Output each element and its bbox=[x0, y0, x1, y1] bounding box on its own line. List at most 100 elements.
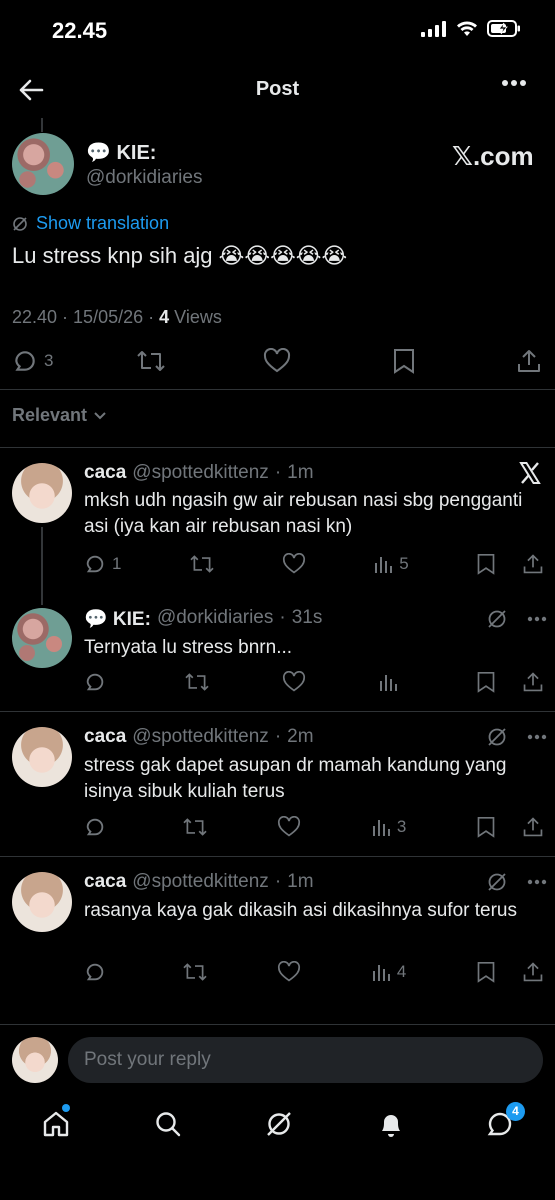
reply-header: 💬 KIE: @dorkidiaries · 31s bbox=[84, 607, 323, 631]
avatar[interactable] bbox=[12, 463, 72, 523]
like-button[interactable] bbox=[277, 961, 301, 983]
thread-line bbox=[41, 527, 43, 605]
views-button[interactable]: 4 bbox=[371, 962, 406, 982]
reply-text: Ternyata lu stress bnrn... bbox=[84, 637, 293, 658]
like-button[interactable] bbox=[282, 553, 306, 575]
more-icon[interactable] bbox=[527, 879, 547, 885]
share-button[interactable] bbox=[522, 553, 544, 575]
reply-actions: 4 bbox=[84, 961, 544, 983]
bookmark-button[interactable] bbox=[392, 348, 416, 374]
reply-author-handle[interactable]: @spottedkittenz bbox=[132, 726, 269, 748]
reply-button[interactable] bbox=[84, 816, 112, 838]
share-button[interactable] bbox=[516, 348, 542, 374]
divider bbox=[0, 389, 555, 390]
author-name[interactable]: 💬 KIE: bbox=[86, 140, 156, 165]
bell-icon bbox=[377, 1110, 405, 1138]
reply-author-name[interactable]: caca bbox=[84, 726, 126, 748]
views-button[interactable]: 3 bbox=[371, 817, 406, 837]
more-icon[interactable] bbox=[527, 616, 547, 622]
messages-tab[interactable]: 4 bbox=[486, 1102, 525, 1138]
avatar[interactable] bbox=[12, 133, 74, 195]
repost-button[interactable] bbox=[182, 961, 208, 983]
unread-dot bbox=[62, 1104, 70, 1112]
status-bar: 22.45 bbox=[0, 0, 555, 62]
bookmark-button[interactable] bbox=[476, 816, 496, 838]
share-button[interactable] bbox=[522, 816, 544, 838]
reply-author-name[interactable]: caca bbox=[84, 462, 126, 484]
repost-button[interactable] bbox=[184, 671, 210, 693]
like-button[interactable] bbox=[277, 816, 301, 838]
reply-button[interactable] bbox=[84, 671, 112, 693]
repost-button[interactable] bbox=[189, 553, 215, 575]
reply-button[interactable]: 3 bbox=[12, 348, 53, 374]
search-icon bbox=[154, 1110, 182, 1138]
bookmark-button[interactable] bbox=[476, 961, 496, 983]
divider bbox=[0, 856, 555, 857]
repost-button[interactable] bbox=[182, 816, 208, 838]
reply-author-handle[interactable]: @spottedkittenz bbox=[132, 871, 269, 893]
status-icons bbox=[421, 20, 521, 37]
reply-actions bbox=[84, 671, 544, 693]
more-icon[interactable] bbox=[527, 734, 547, 740]
reply-button[interactable]: 1 bbox=[84, 553, 121, 575]
messages-badge: 4 bbox=[506, 1102, 525, 1121]
bookmark-button[interactable] bbox=[476, 671, 496, 693]
reply-author-name[interactable]: caca bbox=[84, 871, 126, 893]
bottom-nav: 4 bbox=[0, 1096, 555, 1156]
reply-input[interactable] bbox=[68, 1037, 543, 1083]
grok-icon bbox=[12, 216, 28, 232]
share-button[interactable] bbox=[522, 961, 544, 983]
more-button[interactable] bbox=[501, 79, 527, 87]
grok-icon[interactable] bbox=[487, 727, 507, 747]
reply-top-actions bbox=[487, 727, 547, 747]
divider bbox=[0, 711, 555, 712]
page-title: Post bbox=[255, 78, 300, 100]
divider bbox=[0, 447, 555, 448]
share-button[interactable] bbox=[522, 671, 544, 693]
sort-dropdown[interactable]: Relevant bbox=[12, 405, 107, 426]
sort-label: Relevant bbox=[12, 405, 88, 425]
top-header: Post bbox=[0, 62, 555, 118]
like-button[interactable] bbox=[282, 671, 306, 693]
divider bbox=[0, 1024, 555, 1025]
reply-author-handle[interactable]: @dorkidiaries bbox=[157, 607, 273, 631]
reply-count: 3 bbox=[44, 351, 54, 370]
avatar[interactable] bbox=[12, 872, 72, 932]
grok-icon bbox=[265, 1110, 293, 1138]
views-count: 4 bbox=[159, 307, 170, 327]
wifi-icon bbox=[456, 21, 478, 37]
author-handle[interactable]: @dorkidiaries bbox=[86, 167, 202, 189]
avatar[interactable] bbox=[12, 608, 72, 668]
show-translation-link[interactable]: Show translation bbox=[12, 213, 169, 234]
reply-header: caca @spottedkittenz · 2m bbox=[84, 726, 314, 748]
grok-tab[interactable] bbox=[265, 1110, 293, 1138]
views-count: 3 bbox=[396, 817, 407, 836]
chevron-down-icon bbox=[93, 411, 107, 421]
reply-count: 1 bbox=[112, 554, 122, 573]
grok-icon[interactable] bbox=[487, 609, 507, 629]
reply-time: 1m bbox=[287, 462, 314, 483]
reply-icon bbox=[12, 348, 38, 374]
views-count: 5 bbox=[399, 554, 409, 573]
reply-button[interactable] bbox=[84, 961, 112, 983]
reply-composer[interactable] bbox=[68, 1037, 543, 1083]
post-text: Lu stress knp sih ajg 😭😭😭😭😭 bbox=[12, 243, 348, 268]
status-time: 22.45 bbox=[52, 18, 108, 43]
like-button[interactable] bbox=[263, 348, 291, 374]
reply-author-handle[interactable]: @spottedkittenz bbox=[132, 462, 269, 484]
views-button[interactable] bbox=[378, 672, 404, 692]
bookmark-button[interactable] bbox=[476, 553, 496, 575]
reply-time: 2m bbox=[287, 726, 314, 747]
views-button[interactable]: 5 bbox=[373, 554, 409, 574]
home-tab[interactable] bbox=[42, 1104, 70, 1138]
battery-icon bbox=[487, 20, 521, 37]
search-tab[interactable] bbox=[154, 1110, 182, 1138]
reply-author-name[interactable]: 💬 KIE: bbox=[84, 607, 151, 631]
reply-actions: 3 bbox=[84, 816, 544, 838]
grok-icon[interactable] bbox=[487, 872, 507, 892]
reply-text: stress gak dapet asupan dr mamah kandung… bbox=[84, 755, 507, 802]
avatar[interactable] bbox=[12, 1037, 58, 1083]
notifications-tab[interactable] bbox=[377, 1110, 405, 1138]
avatar[interactable] bbox=[12, 727, 72, 787]
repost-button[interactable] bbox=[136, 348, 166, 374]
